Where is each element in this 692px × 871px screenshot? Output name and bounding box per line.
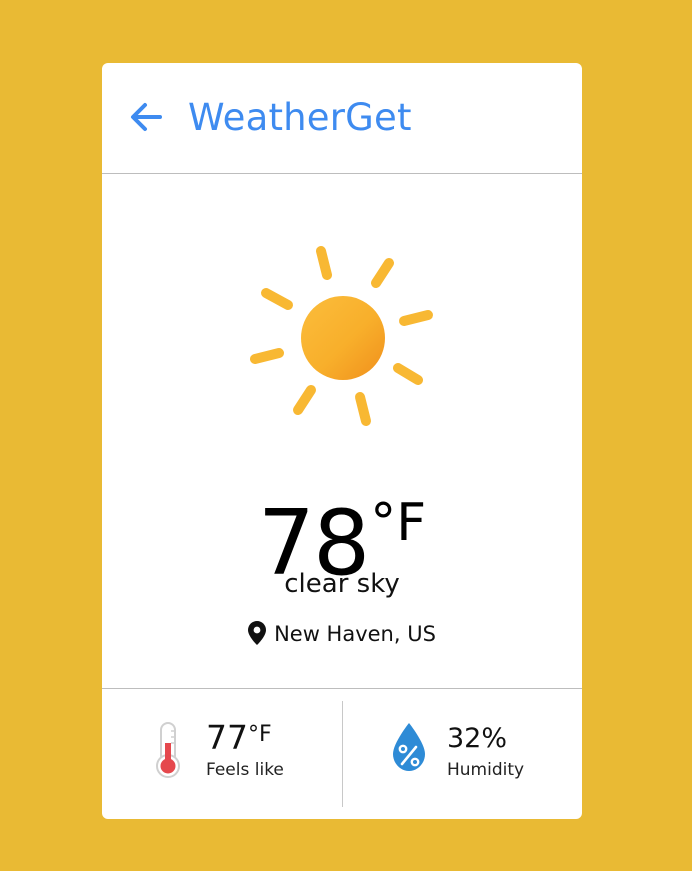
thermometer-icon [152, 721, 184, 779]
humidity-stat: 32% Humidity [390, 715, 570, 785]
weather-card: WeatherGet 78°F clear sky New Haven, US … [102, 63, 582, 819]
stats-divider [342, 701, 343, 807]
weather-description: clear sky [284, 569, 400, 599]
stats-footer: 77°F Feels like 32% Humidity [102, 688, 582, 819]
app-title: WeatherGet [188, 96, 412, 139]
back-button[interactable] [126, 99, 168, 135]
app-header: WeatherGet [102, 63, 582, 174]
location: New Haven, US [102, 619, 582, 649]
feels-like-value: 77°F [206, 718, 272, 757]
humidity-label: Humidity [447, 760, 525, 780]
temperature-unit: °F [370, 493, 427, 553]
humidity-value: 32% [447, 723, 508, 754]
humidity-drop-icon [390, 721, 428, 773]
feels-like-label: Feels like [206, 760, 284, 780]
feels-like-stat: 77°F Feels like [152, 715, 332, 785]
location-pin-icon [248, 621, 267, 645]
sun-icon [242, 235, 442, 435]
location-label: New Haven, US [274, 622, 436, 646]
arrow-left-icon [131, 103, 162, 131]
